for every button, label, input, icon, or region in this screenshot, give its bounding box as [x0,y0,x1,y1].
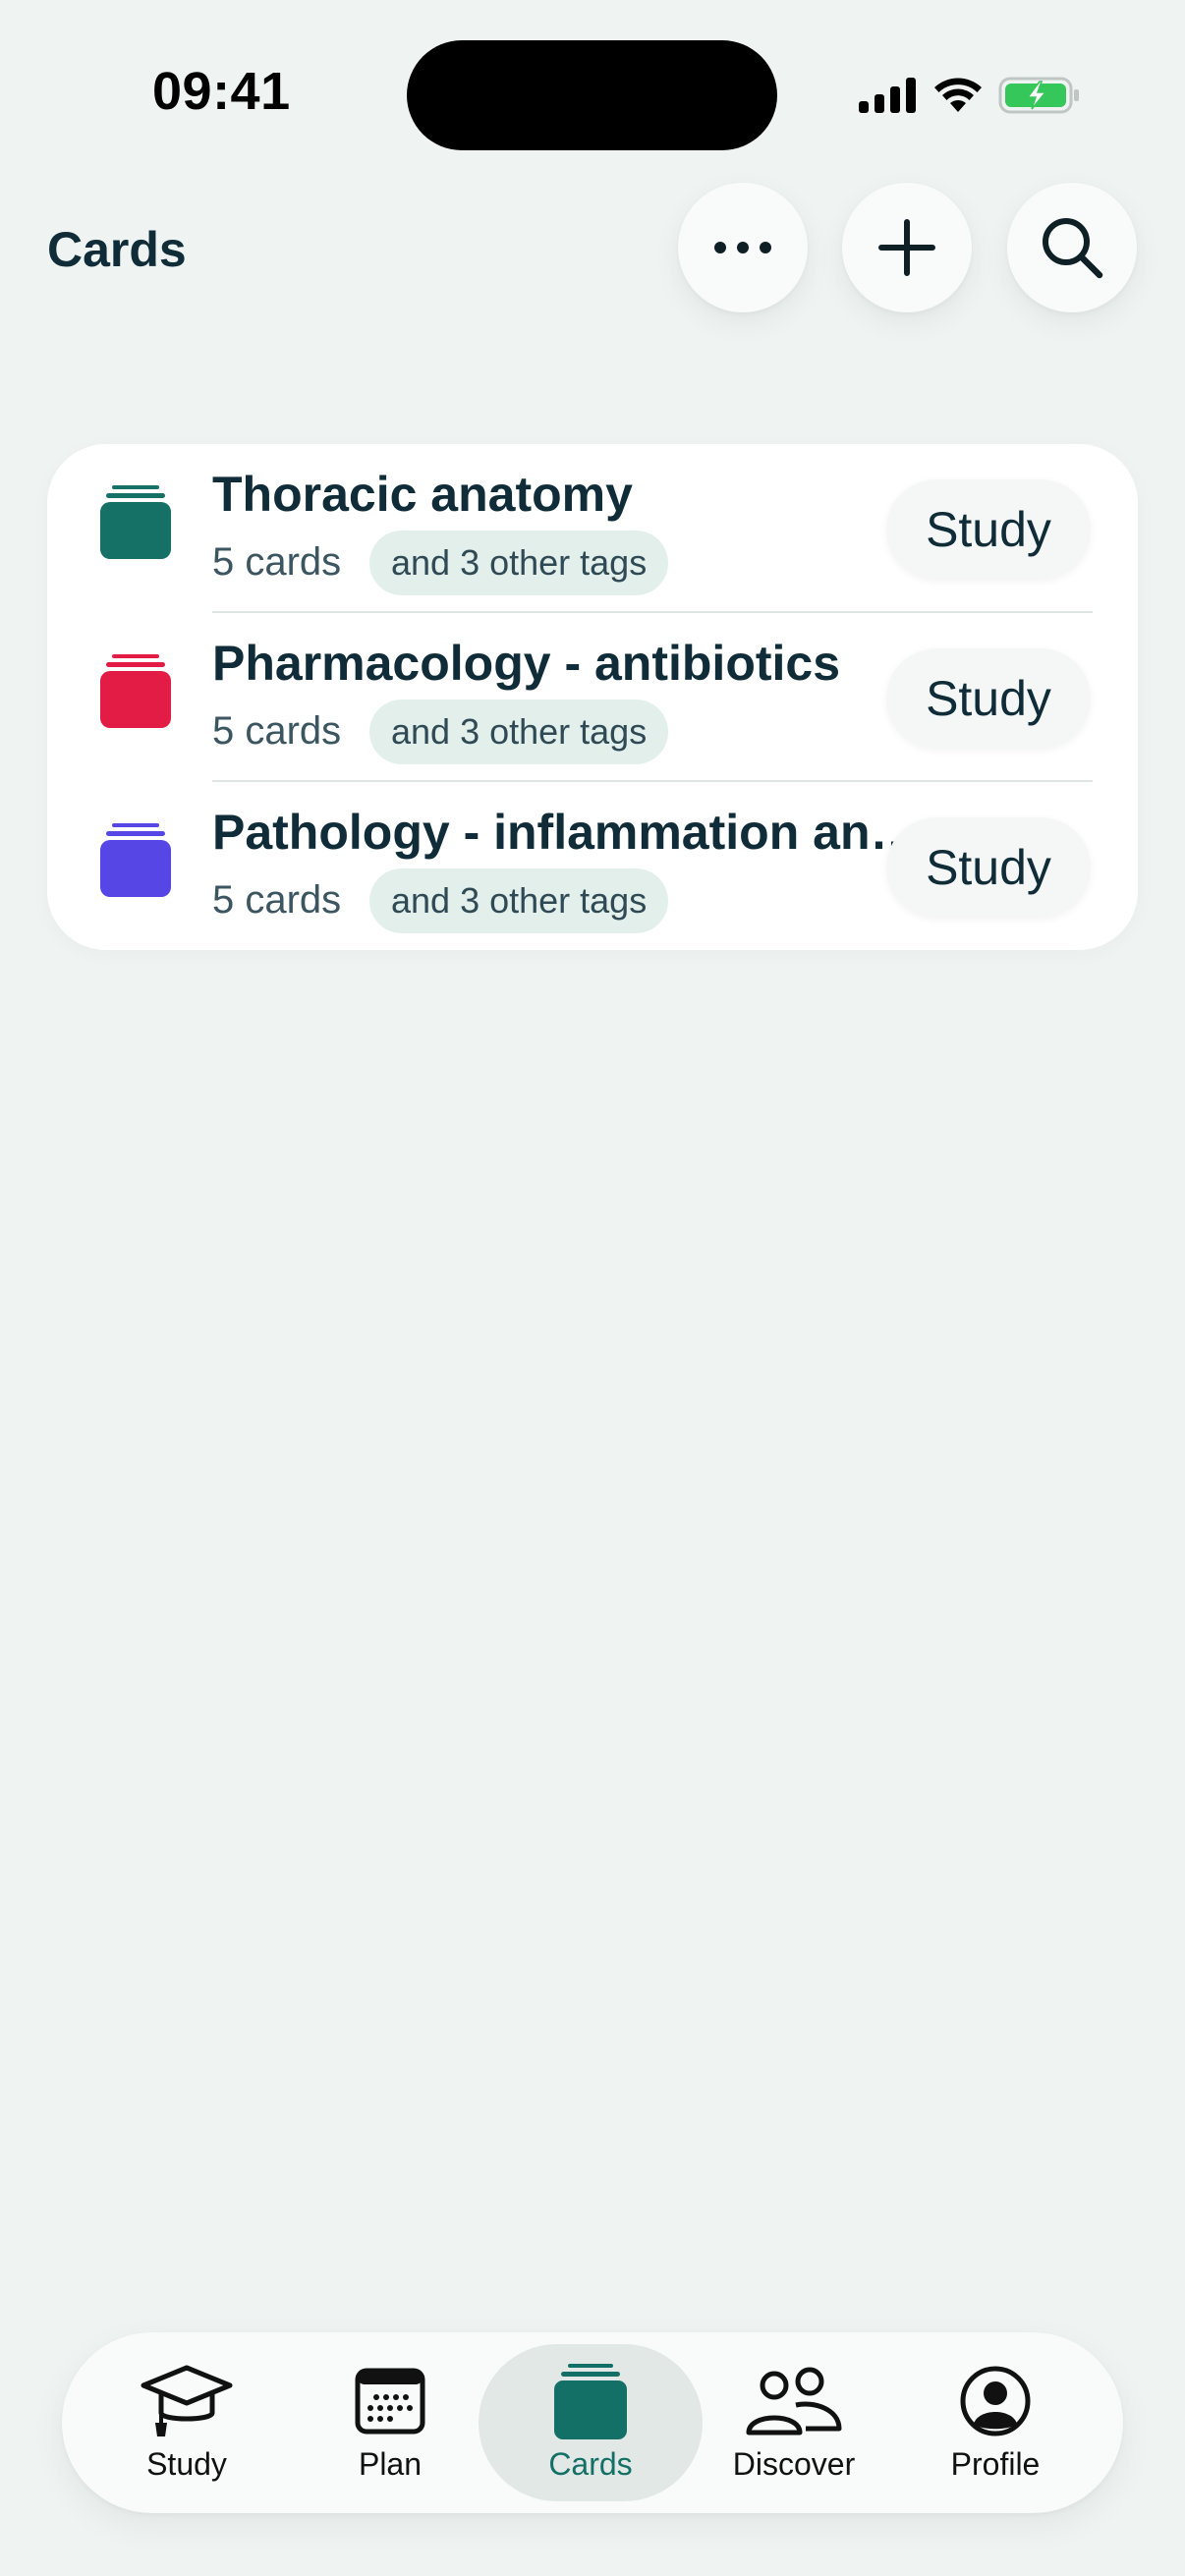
deck-row[interactable]: Thoracic anatomy 5 cards and 3 other tag… [47,444,1138,613]
more-options-button[interactable] [678,183,808,312]
tab-cards[interactable]: Cards [492,2332,689,2513]
add-button[interactable] [842,183,972,312]
cards-stack-icon [554,2364,627,2439]
dynamic-island [407,40,777,150]
deck-title: Pharmacology - antibiotics [212,636,841,691]
deck-row[interactable]: Pharmacology - antibiotics 5 cards and 3… [47,613,1138,782]
tab-label: Cards [548,2446,633,2482]
ellipsis-icon [714,242,771,253]
study-button[interactable]: Study [886,479,1091,580]
tab-plan[interactable]: Plan [292,2332,488,2513]
search-button[interactable] [1007,183,1137,312]
deck-card-count: 5 cards [212,540,342,584]
tab-bar: Study Plan Cards Discover Profile [62,2332,1123,2513]
tab-label: Discover [732,2446,856,2482]
status-icons [859,71,1081,120]
plus-icon [878,219,935,276]
page-title: Cards [47,222,187,277]
deck-stack-icon [100,823,171,897]
status-time: 09:41 [152,62,291,121]
deck-stack-icon [100,485,171,559]
wifi-icon [934,78,982,112]
study-button[interactable]: Study [886,817,1091,918]
calendar-icon [355,2368,425,2435]
tab-label: Profile [950,2446,1041,2482]
deck-tags-pill[interactable]: and 3 other tags [369,868,669,933]
deck-row[interactable]: Pathology - inflammation and repair 5 ca… [47,782,1138,951]
cellular-signal-icon [859,78,916,113]
deck-title: Pathology - inflammation and repair [212,805,920,860]
graduation-cap-icon [141,2365,233,2436]
deck-tags-pill[interactable]: and 3 other tags [369,531,669,595]
tab-profile[interactable]: Profile [897,2332,1094,2513]
search-icon [1043,218,1103,279]
deck-tags-pill[interactable]: and 3 other tags [369,700,669,764]
deck-stack-icon [100,654,171,728]
deck-card-count: 5 cards [212,709,342,753]
tab-label: Study [146,2446,227,2482]
deck-list: Thoracic anatomy 5 cards and 3 other tag… [47,444,1138,950]
battery-charging-icon [998,77,1079,114]
person-circle-icon [960,2366,1031,2436]
deck-card-count: 5 cards [212,878,342,922]
people-icon [746,2367,842,2436]
study-button[interactable]: Study [886,648,1091,749]
tab-study[interactable]: Study [88,2332,285,2513]
tab-label: Plan [358,2446,423,2482]
deck-title: Thoracic anatomy [212,467,633,522]
tab-discover[interactable]: Discover [696,2332,892,2513]
